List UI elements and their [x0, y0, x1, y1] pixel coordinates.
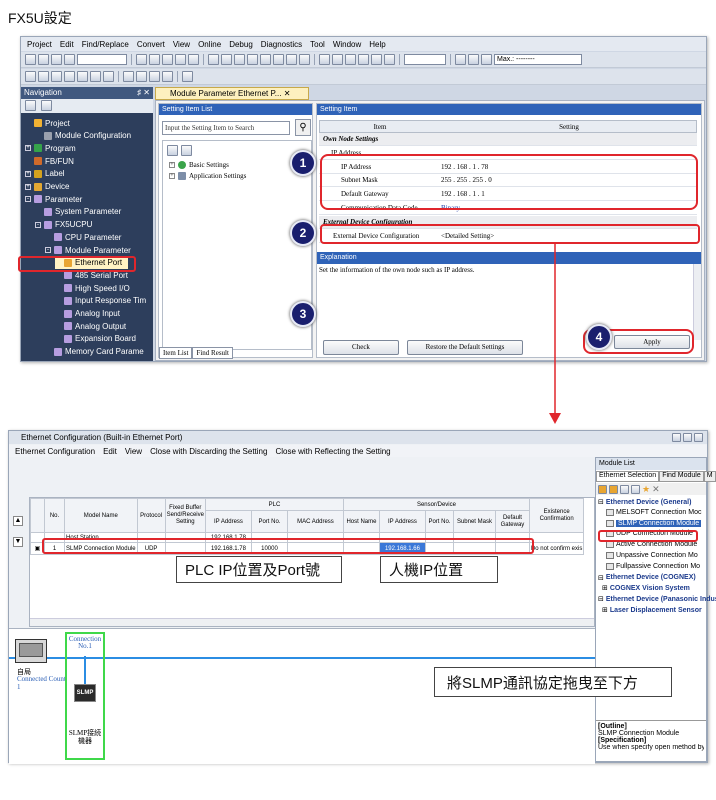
menu-close-reflect[interactable]: Close with Reflecting the Setting — [275, 447, 390, 456]
module-list-tabs: Ethernet Selection Find Module M — [596, 471, 716, 482]
module-item-fullpassive-connection-mo[interactable]: Fullpassive Connection Mo — [598, 562, 701, 570]
move-down-icon[interactable]: ▼ — [13, 537, 23, 547]
move-up-icon[interactable]: ▲ — [13, 516, 23, 526]
col-gateway: Default Gateway — [494, 510, 530, 533]
favorite-star-icon[interactable]: ★ — [642, 484, 650, 495]
horizontal-scrollbar[interactable] — [30, 618, 594, 626]
connection-no-label: Connection No.1 — [68, 635, 102, 650]
col-fixed-buffer: Fixed Buffer Send/Receive Setting — [164, 498, 206, 533]
col-subnet: Subnet Mask — [452, 510, 496, 533]
col-model-name: Model Name — [64, 498, 138, 533]
module-item-laser-displacement-sensor[interactable]: ⊞ Laser Displacement Sensor — [598, 606, 702, 615]
expand-icon[interactable]: ⊞ — [602, 584, 608, 592]
filter-icon[interactable] — [620, 484, 629, 494]
module-item-ethernet-device-cognex-[interactable]: ⊟ Ethernet Device (COGNEX) — [598, 574, 696, 582]
col-group-sensor: Sensor/Device — [342, 498, 530, 511]
connection-module-icon — [606, 562, 614, 570]
sort-icon[interactable] — [609, 484, 618, 494]
connection-module-icon — [606, 552, 614, 559]
module-item-label: MELSOFT Connection Moc — [616, 508, 702, 516]
connection-slot[interactable]: Connection No.1 SLMP SLMP接続機器 — [65, 632, 105, 760]
module-item-cognex-vision-system[interactable]: ⊞ COGNEX Vision System — [598, 584, 690, 593]
module-tree: ⊟ Ethernet Device (General) MELSOFT Connec… — [596, 498, 716, 658]
module-list-panel: Module List Ethernet Selection Find Modu… — [595, 457, 716, 762]
module-item-label: SLMP Connection Module — [616, 519, 702, 527]
module-list-title: Module List — [596, 458, 706, 470]
module-item-active-connection-module[interactable]: Active Connection Module — [598, 541, 698, 549]
tab-ethernet-selection[interactable]: Ethernet Selection — [596, 471, 660, 482]
window-controls — [672, 433, 703, 442]
highlight-slmp-module — [598, 530, 698, 542]
menu-edit[interactable]: Edit — [103, 447, 117, 456]
module-item-melsoft-connection-moc[interactable]: MELSOFT Connection Moc — [598, 508, 702, 516]
ethernet-config-menubar: Ethernet Configuration Edit View Close w… — [9, 445, 707, 457]
menu-ethernet-configuration[interactable]: Ethernet Configuration — [15, 447, 95, 456]
module-item-ethernet-device-panasonic-indus[interactable]: ⊟ Ethernet Device (Panasonic Indus — [598, 595, 716, 604]
collapse-icon[interactable]: ⊟ — [598, 498, 604, 506]
module-item-label: Laser Displacement Sensor — [609, 606, 702, 614]
module-item-label: Ethernet Device (Panasonic Indus — [605, 595, 716, 603]
ethernet-config-title: Ethernet Configuration (Built-in Etherne… — [9, 431, 707, 444]
close-icon[interactable] — [694, 433, 703, 442]
col-sensor-port: Port No. — [424, 510, 454, 533]
menu-close-discard[interactable]: Close with Discarding the Setting — [150, 447, 267, 456]
outline-heading: [Outline] — [598, 723, 627, 730]
module-item-ethernet-device-general-[interactable]: ⊟ Ethernet Device (General) — [598, 498, 692, 507]
module-item-label: Ethernet Device (COGNEX) — [605, 574, 696, 582]
connection-module-icon — [606, 508, 614, 516]
filter-icon[interactable] — [631, 484, 640, 494]
menu-view[interactable]: View — [125, 447, 142, 456]
connection-module-icon — [606, 519, 614, 527]
specification-text: Use when specify open method by SLMP — [598, 744, 704, 751]
col-existence: Existence Confirmation — [528, 498, 585, 533]
module-item-slmp-connection-module[interactable]: SLMP Connection Module — [598, 519, 702, 527]
module-item-label: Active Connection Module — [616, 541, 698, 549]
connected-count-label: Connected Count 1 — [17, 675, 66, 691]
module-list-toolbar: ★ ✕ — [596, 483, 706, 495]
module-item-label: Ethernet Device (General) — [605, 498, 692, 506]
caption-plc-ip-port: PLC IP位置及Port號 — [176, 556, 342, 583]
specification-heading: [Specification] — [598, 737, 647, 744]
plc-station-icon[interactable] — [15, 639, 47, 663]
caption-hmi-ip: 人機IP位置 — [380, 556, 498, 583]
sort-icon[interactable] — [598, 484, 607, 494]
ethernet-configuration-window: Ethernet Configuration (Built-in Etherne… — [8, 430, 716, 764]
slmp-device-icon[interactable]: SLMP — [74, 684, 96, 702]
row-existence[interactable]: Do not confirm exis — [528, 542, 585, 555]
highlight-connection-row — [42, 538, 534, 554]
connection-module-icon — [606, 541, 614, 549]
caption-drag-slmp: 將SLMP通訊協定拖曳至下方 — [434, 667, 672, 697]
module-description: [Outline] SLMP Connection Module [Specif… — [596, 720, 706, 762]
maximize-icon[interactable] — [683, 433, 692, 442]
module-item-label: Fullpassive Connection Mo — [616, 562, 701, 570]
collapse-icon[interactable]: ⊟ — [598, 574, 604, 582]
slmp-device-label: SLMP接続機器 — [68, 729, 102, 745]
tab-more[interactable]: M — [703, 471, 716, 482]
row-icon-header — [30, 498, 45, 533]
module-item-label: COGNEX Vision System — [609, 584, 690, 592]
expand-icon[interactable]: ⊞ — [602, 606, 608, 614]
col-host-name: Host Name — [342, 510, 380, 533]
col-group-plc: PLC — [204, 498, 344, 511]
delete-icon[interactable]: ✕ — [652, 484, 660, 495]
col-protocol: Protocol — [136, 498, 166, 533]
tab-find-module[interactable]: Find Module — [659, 471, 704, 482]
col-sensor-ip: IP Address — [378, 510, 426, 533]
outline-text: SLMP Connection Module — [598, 730, 680, 737]
module-item-unpassive-connection-mo[interactable]: Unpassive Connection Mo — [598, 552, 698, 559]
col-plc-port: Port No. — [250, 510, 288, 533]
col-no: No. — [44, 498, 65, 533]
module-item-label: Unpassive Connection Mo — [616, 552, 698, 559]
collapse-icon[interactable]: ⊟ — [598, 595, 604, 603]
minimize-icon[interactable] — [672, 433, 681, 442]
col-mac: MAC Address — [286, 510, 344, 533]
col-plc-ip: IP Address — [204, 510, 252, 533]
